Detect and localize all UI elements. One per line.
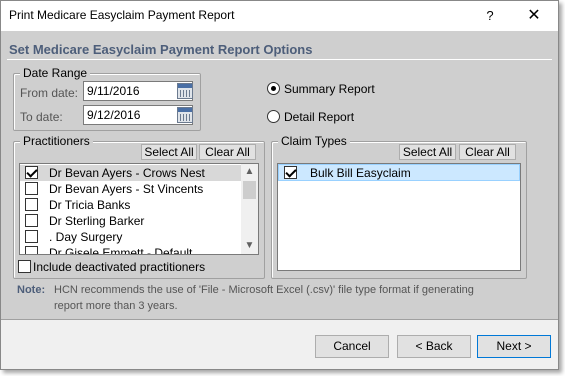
practitioners-legend: Practitioners	[20, 134, 93, 148]
practitioners-list: Dr Bevan Ayers - Crows Nest Dr Bevan Aye…	[19, 163, 259, 255]
claim-types-clear-all-button[interactable]: Clear All	[459, 144, 516, 160]
dialog-window: Print Medicare Easyclaim Payment Report …	[0, 0, 559, 370]
summary-report-label[interactable]: Summary Report	[284, 82, 375, 96]
calendar-icon[interactable]	[177, 83, 193, 99]
title-bar: Print Medicare Easyclaim Payment Report …	[1, 1, 558, 31]
practitioners-scrollbar[interactable]: ▲ ▼	[241, 164, 258, 254]
practitioner-name: Dr Gisele Emmett - Default	[49, 246, 193, 255]
from-date-label: From date:	[20, 86, 79, 100]
list-item[interactable]: Dr Sterling Barker	[20, 213, 241, 229]
practitioner-checkbox[interactable]	[25, 230, 38, 243]
list-item[interactable]: Bulk Bill Easyclaim	[278, 164, 520, 181]
divider	[1, 319, 558, 320]
divider	[7, 59, 552, 60]
claim-types-select-all-button[interactable]: Select All	[399, 144, 456, 160]
practitioner-name: Dr Bevan Ayers - St Vincents	[49, 182, 204, 196]
chevron-down-icon[interactable]: ▼	[241, 238, 258, 254]
window-title: Print Medicare Easyclaim Payment Report	[9, 8, 235, 22]
note-text: Note: HCN recommends the use of 'File - …	[17, 282, 474, 298]
to-date-label: To date:	[20, 110, 63, 124]
close-icon[interactable]: ✕	[519, 5, 549, 27]
list-item[interactable]: . Day Surgery	[20, 229, 241, 245]
detail-report-radio[interactable]	[267, 110, 280, 123]
note-line-2: report more than 3 years.	[54, 300, 178, 312]
detail-report-label[interactable]: Detail Report	[284, 110, 354, 124]
cancel-button[interactable]: Cancel	[315, 335, 389, 358]
practitioner-checkbox[interactable]	[25, 182, 38, 195]
list-item[interactable]: Dr Bevan Ayers - Crows Nest	[20, 165, 241, 181]
next-button[interactable]: Next >	[477, 335, 551, 358]
practitioner-name: Dr Tricia Banks	[49, 198, 131, 212]
claim-types-legend: Claim Types	[278, 134, 350, 148]
list-item[interactable]: Dr Gisele Emmett - Default	[20, 245, 241, 255]
practitioner-checkbox[interactable]	[25, 198, 38, 211]
list-item[interactable]: Dr Bevan Ayers - St Vincents	[20, 181, 241, 197]
practitioner-name: Dr Bevan Ayers - Crows Nest	[49, 166, 205, 180]
scroll-thumb[interactable]	[243, 181, 256, 199]
claim-type-checkbox[interactable]	[284, 166, 297, 179]
practitioners-clear-all-button[interactable]: Clear All	[199, 144, 256, 160]
note-label: Note:	[17, 284, 46, 296]
chevron-up-icon[interactable]: ▲	[241, 164, 258, 180]
practitioners-select-all-button[interactable]: Select All	[141, 144, 197, 160]
practitioner-name: . Day Surgery	[49, 230, 123, 244]
include-deactivated-label[interactable]: Include deactivated practitioners	[33, 260, 205, 274]
practitioner-checkbox[interactable]	[25, 166, 38, 179]
practitioner-checkbox[interactable]	[25, 246, 38, 254]
date-range-legend: Date Range	[20, 66, 91, 80]
page-title: Set Medicare Easyclaim Payment Report Op…	[9, 42, 313, 57]
claim-types-list: Bulk Bill Easyclaim	[277, 163, 521, 271]
help-icon[interactable]: ?	[477, 5, 503, 27]
calendar-icon[interactable]	[177, 107, 193, 123]
summary-report-radio[interactable]	[267, 82, 280, 95]
include-deactivated-checkbox[interactable]	[18, 260, 31, 273]
list-item[interactable]: Dr Tricia Banks	[20, 197, 241, 213]
claim-type-name: Bulk Bill Easyclaim	[310, 166, 411, 180]
practitioner-checkbox[interactable]	[25, 214, 38, 227]
back-button[interactable]: < Back	[397, 335, 471, 358]
practitioner-name: Dr Sterling Barker	[49, 214, 145, 228]
note-line-1: HCN recommends the use of 'File - Micros…	[54, 284, 474, 296]
